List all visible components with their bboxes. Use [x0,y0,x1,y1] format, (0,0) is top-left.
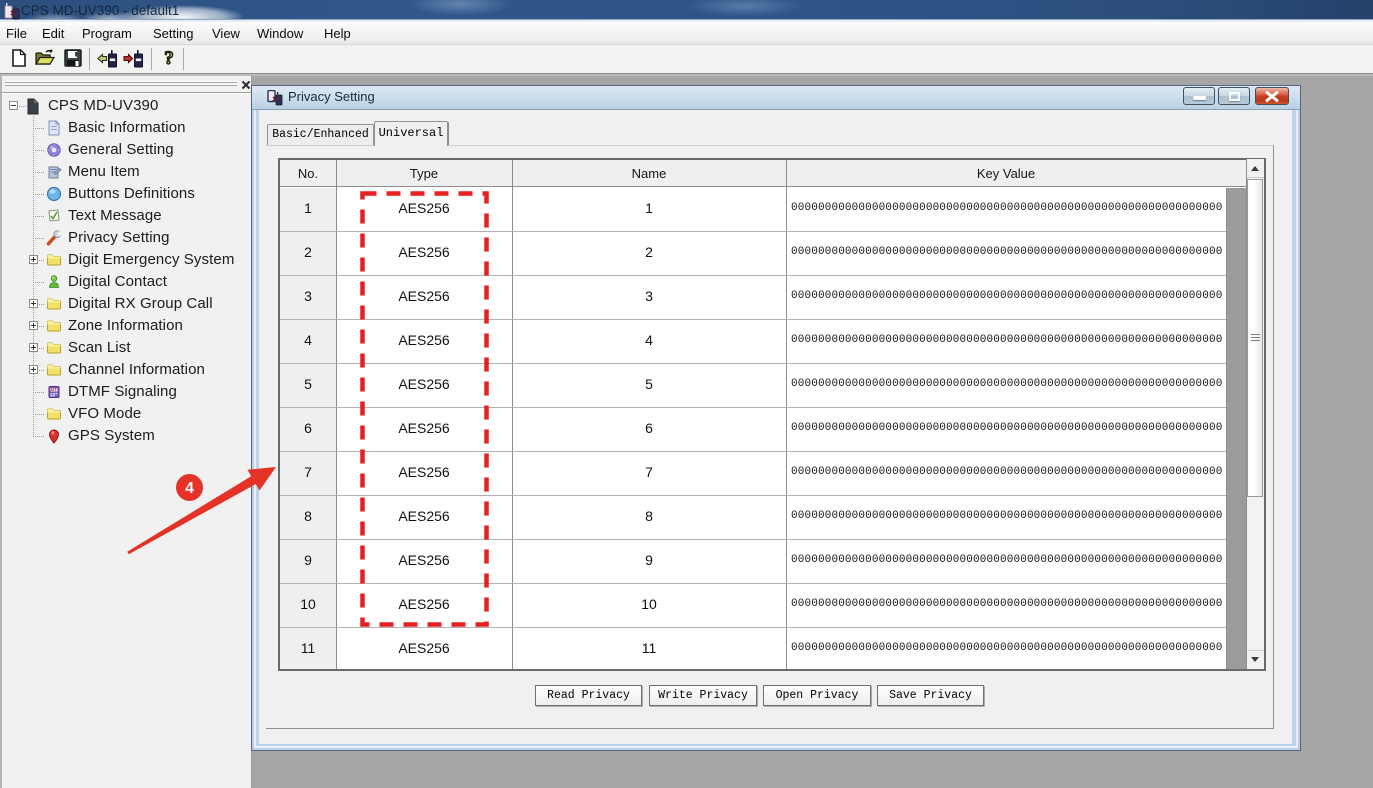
svg-text:?: ? [164,48,174,68]
svg-text:DT: DT [51,387,57,392]
